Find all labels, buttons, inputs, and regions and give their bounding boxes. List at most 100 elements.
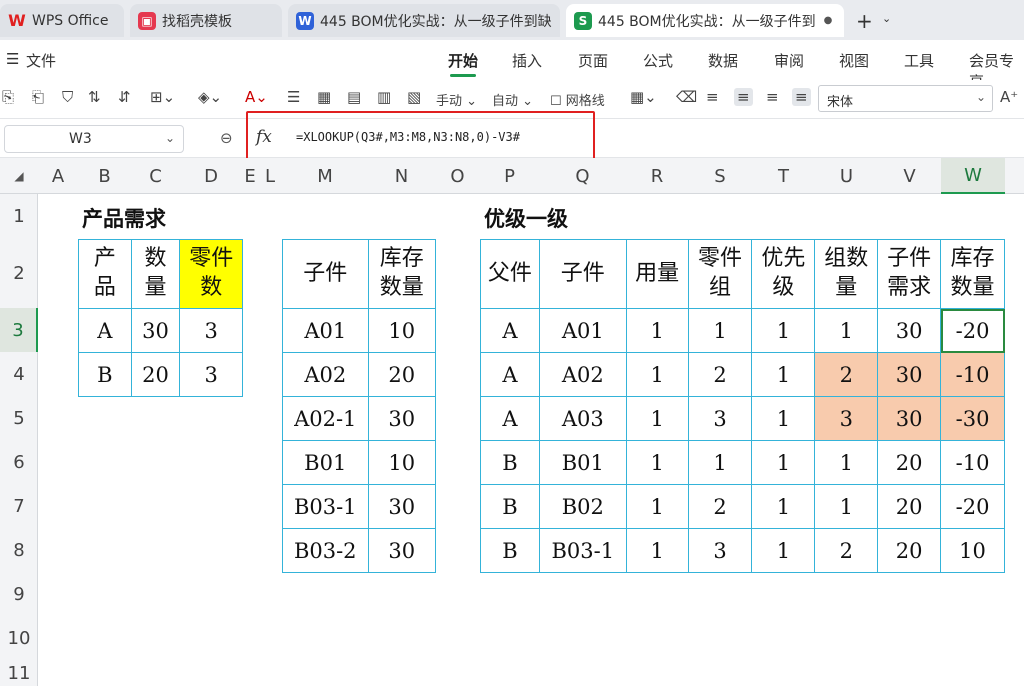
table-cell[interactable]: 1 <box>625 440 689 485</box>
table-cell[interactable]: 3 <box>687 396 753 441</box>
table-cell[interactable]: 2 <box>814 528 879 573</box>
row-header-selected[interactable]: 3 <box>0 308 38 352</box>
table-cell[interactable]: B03-1 <box>282 484 369 529</box>
align-right-icon[interactable]: ≡ <box>766 88 779 106</box>
table-cell[interactable]: B01 <box>538 440 627 485</box>
sort-descending-icon[interactable]: ⇵ <box>118 88 131 106</box>
row-header[interactable]: 8 <box>0 528 38 572</box>
increase-font-icon[interactable]: A⁺ <box>1000 88 1018 106</box>
chevron-down-icon[interactable]: ⌄ <box>882 12 891 25</box>
table-cell[interactable]: 20 <box>877 528 942 573</box>
font-name-select[interactable]: 宋体 ⌄ <box>818 85 993 112</box>
header-cell[interactable]: 子件 <box>538 239 627 309</box>
table-cell[interactable]: A01 <box>282 308 369 353</box>
table-cell-highlighted[interactable]: -30 <box>940 396 1005 441</box>
column-header[interactable]: C <box>131 158 180 194</box>
menu-tools[interactable]: 工具 <box>904 50 934 71</box>
table-cell[interactable]: 1 <box>625 308 689 353</box>
table-cell[interactable]: 30 <box>367 484 437 529</box>
table-cell[interactable]: 1 <box>751 528 816 573</box>
header-cell[interactable]: 产 品 <box>78 239 132 309</box>
table-cell[interactable]: 1 <box>687 440 753 485</box>
chevron-down-icon[interactable]: ⌄ <box>976 90 986 104</box>
row-header[interactable]: 6 <box>0 440 38 484</box>
column-header[interactable]: S <box>688 158 752 194</box>
table-cell[interactable]: 10 <box>367 440 437 485</box>
table-cell[interactable]: -20 <box>940 484 1005 529</box>
paste-icon[interactable]: ⎘ <box>2 88 14 106</box>
table-cell-highlighted[interactable]: 3 <box>814 396 879 441</box>
tab-docer-templates[interactable]: ▣ 找稻壳模板 <box>130 4 282 37</box>
table-cell[interactable]: 1 <box>625 528 689 573</box>
table-cell[interactable]: A03 <box>538 396 627 441</box>
column-header[interactable]: U <box>815 158 878 194</box>
align-middle-icon[interactable]: ≡ <box>792 88 811 106</box>
auto-button[interactable]: 自动 ⌄ <box>492 90 533 109</box>
table-cell-highlighted[interactable]: 2 <box>814 352 879 397</box>
column-header[interactable]: A <box>38 158 78 194</box>
active-cell-w3[interactable]: -20 <box>940 308 1005 353</box>
table-cell[interactable]: B <box>480 440 540 485</box>
column-header[interactable]: P <box>480 158 539 194</box>
borders-icon[interactable]: ⊞⌄ <box>150 88 175 106</box>
table-cell-highlighted[interactable]: 30 <box>877 396 942 441</box>
table-cell[interactable]: 1 <box>687 308 753 353</box>
column-header[interactable]: R <box>626 158 688 194</box>
row-header[interactable]: 5 <box>0 396 38 440</box>
row-header[interactable]: 7 <box>0 484 38 528</box>
table-cell[interactable]: 30 <box>130 308 181 353</box>
filter-icon[interactable]: ⛉ <box>62 88 73 106</box>
header-cell[interactable]: 库存 数量 <box>940 239 1005 309</box>
menu-page[interactable]: 页面 <box>578 50 608 71</box>
table-cell[interactable]: 1 <box>751 484 816 529</box>
table-cell[interactable]: 2 <box>687 352 753 397</box>
table-cell[interactable]: B03-1 <box>538 528 627 573</box>
gridlines-checkbox[interactable]: ☐ 网格线 <box>550 90 605 109</box>
table-cell[interactable]: 30 <box>367 396 437 441</box>
table-cell[interactable]: B <box>480 528 540 573</box>
format-painter-icon[interactable]: ⎗ <box>32 88 44 106</box>
table-cell[interactable]: A <box>480 352 540 397</box>
table-cell[interactable]: 3 <box>179 308 243 353</box>
table-cell[interactable]: 20 <box>877 484 942 529</box>
menu-home[interactable]: 开始 <box>448 50 478 77</box>
row-header[interactable]: 4 <box>0 352 38 396</box>
table-cell[interactable]: 1 <box>625 484 689 529</box>
row-height-icon[interactable]: ▥ <box>377 88 391 106</box>
select-all-corner[interactable]: ◢ <box>0 158 38 194</box>
header-cell-highlighted[interactable]: 零件 数 <box>179 239 243 309</box>
row-header[interactable]: 1 <box>0 194 38 238</box>
table-cell[interactable]: 1 <box>625 352 689 397</box>
fill-down-icon[interactable]: ▤ <box>347 88 361 106</box>
manual-button[interactable]: 手动 ⌄ <box>436 90 477 109</box>
table-cell[interactable]: -10 <box>940 440 1005 485</box>
table-cell[interactable]: 1 <box>625 396 689 441</box>
table-cell[interactable]: A01 <box>538 308 627 353</box>
table-cell[interactable]: B03-2 <box>282 528 369 573</box>
tab-word-document[interactable]: W 445 BOM优化实战：从一级子件到缺 <box>288 4 560 37</box>
table-cell[interactable]: 1 <box>751 308 816 353</box>
table-cell[interactable]: 1 <box>814 308 879 353</box>
merge-cells-icon[interactable]: ▦ <box>317 88 331 106</box>
table-cell[interactable]: 3 <box>179 352 243 397</box>
zoom-icon[interactable]: ⊖ <box>220 129 233 147</box>
unsaved-dot-icon[interactable]: ● <box>824 15 833 26</box>
wrap-text-icon[interactable]: ☰ <box>287 88 300 106</box>
table-cell[interactable]: B01 <box>282 440 369 485</box>
table-cell[interactable]: 30 <box>877 308 942 353</box>
table-cell[interactable]: A02 <box>282 352 369 397</box>
header-cell[interactable]: 子件 需求 <box>877 239 942 309</box>
menu-formula[interactable]: 公式 <box>643 50 673 71</box>
column-header[interactable]: V <box>878 158 941 194</box>
table-cell[interactable]: 1 <box>814 440 879 485</box>
column-header[interactable]: D <box>180 158 242 194</box>
table-cell[interactable]: A <box>78 308 132 353</box>
column-header[interactable]: N <box>368 158 435 194</box>
menu-data[interactable]: 数据 <box>708 50 738 71</box>
column-header[interactable]: L <box>258 158 282 194</box>
table-cell[interactable]: 1 <box>751 440 816 485</box>
table-style-icon[interactable]: ▦⌄ <box>630 88 657 106</box>
header-cell[interactable]: 父件 <box>480 239 540 309</box>
table-cell[interactable]: B <box>480 484 540 529</box>
table-cell[interactable]: 20 <box>877 440 942 485</box>
